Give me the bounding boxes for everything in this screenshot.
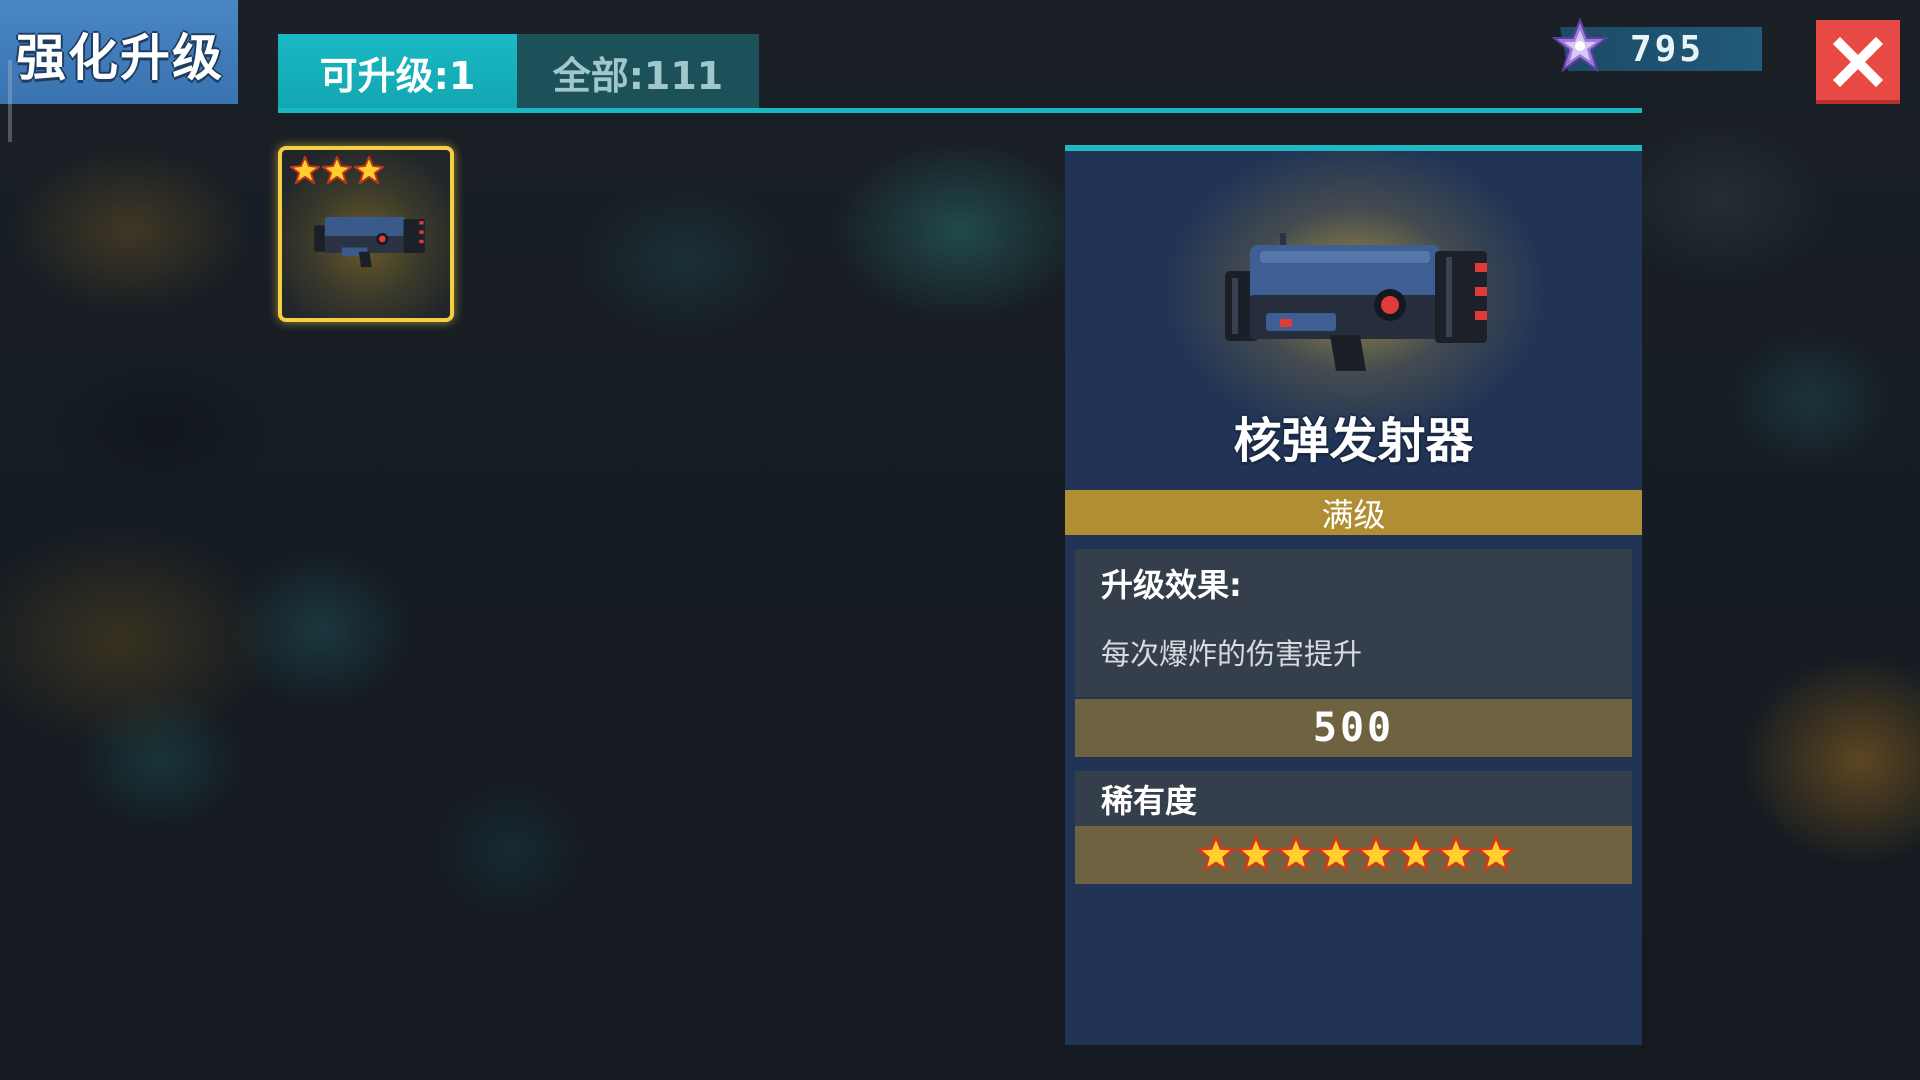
inventory-item-card[interactable] bbox=[278, 146, 454, 322]
page-title: 强化升级 bbox=[16, 29, 224, 87]
star-icon bbox=[1475, 833, 1516, 873]
launcher-icon bbox=[1225, 233, 1487, 371]
rarity-label: 稀有度 bbox=[1101, 782, 1198, 820]
tab-underline bbox=[278, 108, 1642, 113]
close-button[interactable] bbox=[1816, 20, 1900, 104]
page-title-box: 强化升级 bbox=[0, 0, 238, 104]
tab-all[interactable]: 全部:111 bbox=[517, 34, 759, 110]
detail-panel: 核弹发射器 满级 升级效果: 每次爆炸的伤害提升 500 稀有度 bbox=[1065, 145, 1642, 1045]
effect-description: 每次爆炸的伤害提升 bbox=[1101, 637, 1363, 671]
launcher-icon bbox=[314, 216, 425, 268]
star-icon bbox=[290, 156, 320, 184]
star-icon bbox=[1355, 833, 1397, 873]
level-status: 满级 bbox=[1065, 490, 1642, 535]
tab-upgradable[interactable]: 可升级:1 bbox=[278, 34, 517, 110]
effect-value: 500 bbox=[1075, 699, 1632, 757]
star-icon bbox=[1196, 833, 1237, 873]
edge-handle bbox=[8, 60, 12, 142]
purple-star-gem-icon bbox=[1551, 17, 1609, 78]
star-icon bbox=[1435, 833, 1477, 873]
weapon-name: 核弹发射器 bbox=[1233, 413, 1474, 469]
star-icon bbox=[1395, 833, 1437, 873]
currency-value: 795 bbox=[1630, 28, 1705, 70]
star-icon bbox=[354, 156, 384, 184]
item-rarity-stars bbox=[290, 156, 384, 184]
star-icon bbox=[1315, 833, 1357, 873]
star-icon bbox=[1275, 833, 1317, 873]
star-icon bbox=[1235, 833, 1277, 873]
close-icon bbox=[1832, 36, 1884, 88]
effect-label: 升级效果: bbox=[1101, 566, 1242, 604]
star-icon bbox=[322, 156, 352, 184]
rarity-stars bbox=[1196, 833, 1516, 873]
